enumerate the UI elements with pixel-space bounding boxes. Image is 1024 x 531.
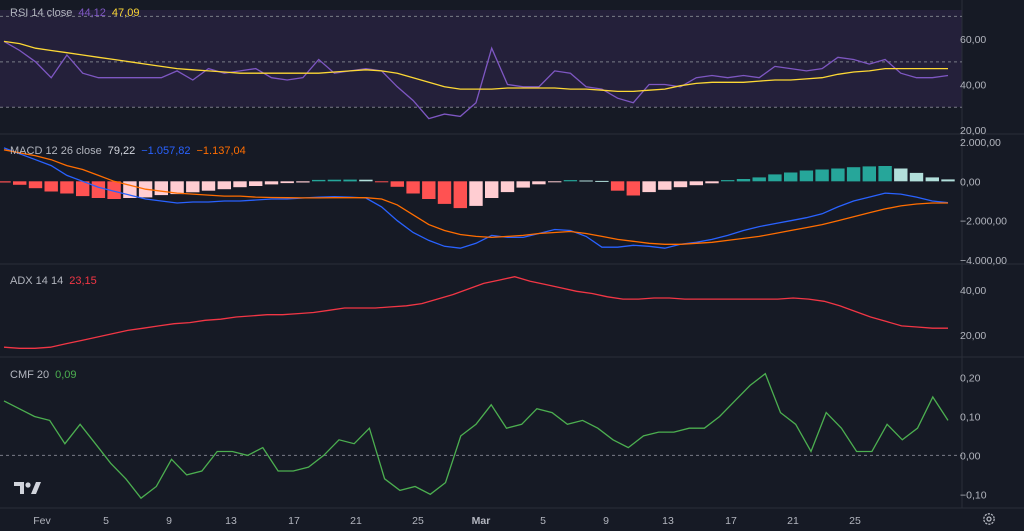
macd-histogram-bar[interactable] <box>784 172 798 182</box>
macd-histogram-bar[interactable] <box>925 177 939 182</box>
macd-histogram-bar[interactable] <box>390 181 404 187</box>
gear-icon[interactable] <box>982 512 996 526</box>
time-axis-tick-label: 9 <box>603 515 609 527</box>
rsi-tick-label: 20,00 <box>960 125 986 137</box>
macd-histogram-bar[interactable] <box>831 168 845 182</box>
macd-histogram-bar[interactable] <box>705 181 719 184</box>
macd-histogram-bar[interactable] <box>264 181 279 185</box>
macd-histogram-bar[interactable] <box>815 169 829 182</box>
time-axis-tick-label: 13 <box>662 515 674 527</box>
macd-histogram-bar[interactable] <box>673 181 688 188</box>
macd-histogram-bar[interactable] <box>799 170 814 182</box>
macd-histogram-bar[interactable] <box>485 181 499 198</box>
adx-tick-label: 40,00 <box>960 285 986 297</box>
time-axis-tick-label: 21 <box>350 515 362 527</box>
macd-histogram-bar[interactable] <box>909 172 924 182</box>
macd-histogram-bar[interactable] <box>60 181 74 194</box>
macd-histogram-bar[interactable] <box>453 181 467 209</box>
macd-histogram-bar[interactable] <box>91 181 106 198</box>
macd-histogram-bar[interactable] <box>516 181 530 188</box>
cmf-tick-label: 0,20 <box>960 373 981 385</box>
macd-tick-label: 0,00 <box>960 176 981 188</box>
adx-value: 23,15 <box>69 275 97 287</box>
macd-histogram-bar[interactable] <box>579 180 593 182</box>
macd-histogram-bar[interactable] <box>343 179 357 182</box>
cmf-tick-label: −0,10 <box>960 489 987 501</box>
rsi-band-fill <box>0 10 962 107</box>
cmf-header: CMF 20 0,09 <box>10 369 77 381</box>
macd-histogram-bar[interactable] <box>296 181 310 183</box>
time-axis-tick-label: 25 <box>849 515 861 527</box>
macd-line-value: −1.057,82 <box>141 145 190 157</box>
time-axis-tick-label: Fev <box>33 515 51 527</box>
macd-histogram-bar[interactable] <box>846 167 861 182</box>
macd-histogram-bar[interactable] <box>422 181 436 199</box>
macd-histogram-bar[interactable] <box>374 181 389 183</box>
macd-histogram-bar[interactable] <box>469 181 483 206</box>
macd-histogram-bar[interactable] <box>532 181 546 185</box>
adx-tick-label: 20,00 <box>960 330 986 342</box>
time-axis-tick-label: 21 <box>787 515 799 527</box>
time-axis-tick-label: 17 <box>725 515 737 527</box>
macd-header: MACD 12 26 close 79,22 −1.057,82 −1.137,04 <box>10 145 246 157</box>
time-axis-tick-label: 5 <box>540 515 546 527</box>
macd-histogram-bar[interactable] <box>249 181 263 186</box>
macd-histogram-bar[interactable] <box>752 177 766 182</box>
macd-histogram-bar[interactable] <box>768 174 782 182</box>
rsi-value: 44,12 <box>78 7 106 19</box>
macd-histogram-bar[interactable] <box>736 179 751 182</box>
macd-histogram-bar[interactable] <box>201 181 216 191</box>
macd-histogram-bar[interactable] <box>13 181 27 185</box>
rsi-ma-value: 47,09 <box>112 7 140 19</box>
rsi-tick-label: 60,00 <box>960 34 986 46</box>
adx-header: ADX 14 14 23,15 <box>10 275 97 287</box>
cmf-tick-label: 0,10 <box>960 412 981 424</box>
macd-histogram-bar[interactable] <box>437 181 452 204</box>
macd-histogram-bar[interactable] <box>563 180 578 182</box>
time-axis-tick-label: Mar <box>472 515 491 527</box>
time-axis-tick-label: 25 <box>412 515 424 527</box>
macd-histogram-bar[interactable] <box>359 179 373 182</box>
cmf-tick-label: 0,00 <box>960 450 981 462</box>
macd-histogram-bar[interactable] <box>154 181 168 196</box>
macd-hist-value: 79,22 <box>108 145 136 157</box>
macd-histogram-bar[interactable] <box>658 181 672 190</box>
macd-histogram-bar[interactable] <box>610 181 625 191</box>
macd-tick-label: −2.000,00 <box>960 216 1007 228</box>
time-axis-tick-label: 5 <box>103 515 109 527</box>
tradingview-logo-icon[interactable] <box>12 478 44 498</box>
time-axis-tick-label: 9 <box>166 515 172 527</box>
chart-canvas[interactable]: 60,00 40,00 20,00 2.000,00 0,00 −2.000,00 −4.… <box>0 0 1024 531</box>
macd-histogram-bar[interactable] <box>312 179 326 182</box>
macd-histogram-bar[interactable] <box>186 181 200 193</box>
macd-histogram-bar[interactable] <box>327 179 342 182</box>
macd-histogram-bar[interactable] <box>406 181 420 194</box>
time-axis-tick-label: 13 <box>225 515 237 527</box>
macd-histogram-bar[interactable] <box>862 166 876 182</box>
cmf-value: 0,09 <box>55 369 76 381</box>
macd-histogram-bar[interactable] <box>878 166 892 182</box>
macd-histogram-bar[interactable] <box>217 181 231 190</box>
macd-histogram-bar[interactable] <box>894 168 908 182</box>
macd-histogram-bar[interactable] <box>500 181 515 193</box>
macd-signal-value: −1.137,04 <box>197 145 246 157</box>
macd-histogram-bar[interactable] <box>595 180 609 182</box>
macd-histogram-bar[interactable] <box>28 181 43 189</box>
macd-histogram-bar[interactable] <box>0 181 11 183</box>
macd-histogram-bar[interactable] <box>689 181 703 186</box>
macd-histogram-bar[interactable] <box>233 181 247 188</box>
macd-histogram-bar[interactable] <box>626 181 640 196</box>
macd-histogram-bar[interactable] <box>280 181 294 184</box>
time-axis-tick-label: 17 <box>288 515 300 527</box>
macd-histogram-bar[interactable] <box>721 180 735 182</box>
macd-histogram-bar[interactable] <box>941 179 955 182</box>
macd-tick-label: −4.000,00 <box>960 255 1007 267</box>
macd-histogram-bar[interactable] <box>44 181 58 192</box>
macd-tick-label: 2.000,00 <box>960 137 1001 149</box>
macd-histogram-bar[interactable] <box>548 181 562 183</box>
rsi-tick-label: 40,00 <box>960 80 986 92</box>
macd-histogram-bar[interactable] <box>642 181 656 193</box>
